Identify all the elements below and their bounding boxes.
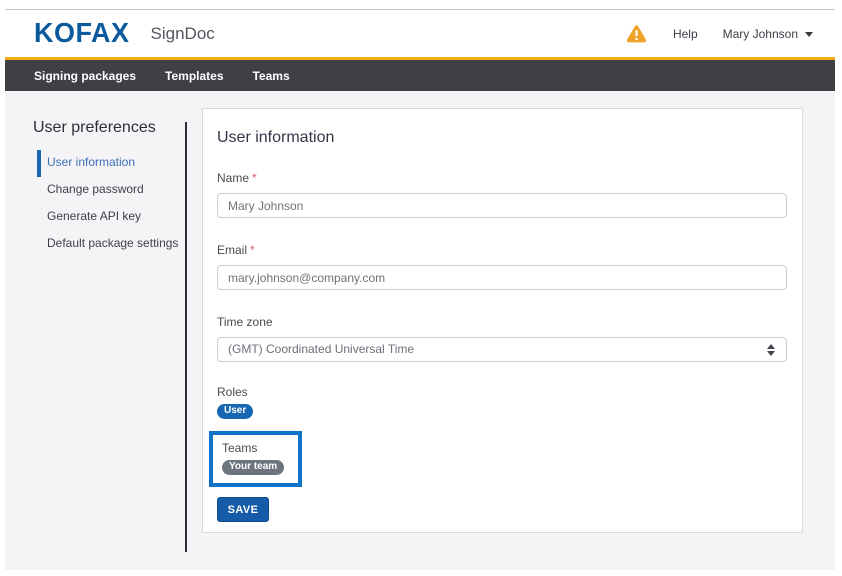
required-marker: * <box>252 171 257 185</box>
nav-signing-packages[interactable]: Signing packages <box>34 69 136 83</box>
role-badge: User <box>217 404 253 419</box>
sidebar-nav: User information Change password Generat… <box>37 150 178 258</box>
required-marker: * <box>250 243 255 257</box>
nav-templates[interactable]: Templates <box>165 69 223 83</box>
name-label-text: Name <box>217 171 249 185</box>
teams-label: Teams <box>222 441 284 456</box>
roles-label: Roles <box>217 385 787 400</box>
sidebar-item-user-information[interactable]: User information <box>37 150 178 177</box>
timezone-label: Time zone <box>217 315 787 330</box>
user-menu[interactable]: Mary Johnson <box>723 27 813 41</box>
sidebar-item-change-password[interactable]: Change password <box>37 177 178 204</box>
sidebar-item-default-package-settings[interactable]: Default package settings <box>37 231 178 258</box>
save-button[interactable]: SAVE <box>217 497 269 522</box>
page-title: User information <box>217 128 787 148</box>
email-label-text: Email <box>217 243 247 257</box>
sidebar-divider <box>185 122 187 552</box>
timezone-select[interactable]: (GMT) Coordinated Universal Time <box>217 337 787 362</box>
sidebar-item-generate-api-key[interactable]: Generate API key <box>37 204 178 231</box>
select-updown-icon <box>767 344 775 356</box>
app-window: KOFAX SignDoc Help Mary Johnson Signing … <box>5 9 835 570</box>
nav-teams[interactable]: Teams <box>253 69 290 83</box>
warning-icon[interactable] <box>626 24 647 43</box>
chevron-down-icon <box>805 32 813 37</box>
main-navbar: Signing packages Templates Teams <box>5 60 835 91</box>
name-label: Name* <box>217 171 787 186</box>
top-header: KOFAX SignDoc Help Mary Johnson <box>5 10 835 57</box>
user-information-panel: User information Name* Email* Time zone … <box>202 108 803 533</box>
email-field[interactable] <box>217 265 787 290</box>
team-badge: Your team <box>222 460 284 475</box>
user-menu-name: Mary Johnson <box>723 27 798 41</box>
sidebar-title: User preferences <box>33 119 156 137</box>
teams-highlight-box: Teams Your team <box>209 431 302 487</box>
help-link[interactable]: Help <box>673 27 698 41</box>
timezone-selected-value: (GMT) Coordinated Universal Time <box>228 342 414 356</box>
kofax-logo: KOFAX <box>34 20 130 48</box>
product-name: SignDoc <box>151 24 215 44</box>
email-label: Email* <box>217 243 787 258</box>
name-field[interactable] <box>217 193 787 218</box>
